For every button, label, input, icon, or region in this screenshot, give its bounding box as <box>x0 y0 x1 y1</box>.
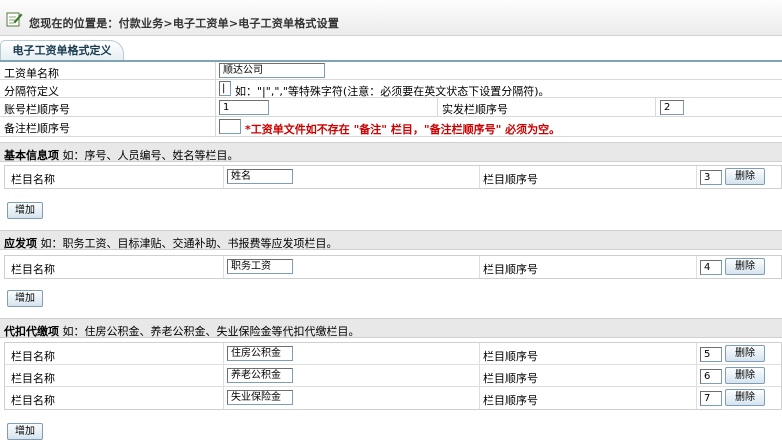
field-seq-input[interactable]: 6 <box>700 369 722 384</box>
actual-seq-input[interactable]: 2 <box>660 100 684 115</box>
field-name-input[interactable]: 住房公积金 <box>227 346 293 361</box>
section-header-basic-text: 基本信息项 如：序号、人员编号、姓名等栏目。 <box>4 147 239 163</box>
field-seq-label: 栏目顺序号 <box>483 350 538 363</box>
table-row: 栏目名称 住房公积金 栏目顺序号 5 删除 <box>5 343 781 365</box>
field-seq-input[interactable]: 5 <box>700 347 722 362</box>
divider <box>696 256 697 278</box>
account-label: 账号栏顺序号 <box>4 103 70 116</box>
remark-seq-input[interactable] <box>219 119 241 134</box>
separator-input[interactable]: | <box>219 81 231 96</box>
divider <box>223 256 224 278</box>
section-desc-deduction: 如：住房公积金、养老公积金、失业保险金等代扣代缴栏目。 <box>62 325 360 338</box>
field-name-input[interactable]: 养老公积金 <box>227 368 293 383</box>
field-name-label: 栏目名称 <box>11 394 55 407</box>
section-title-basic: 基本信息项 <box>4 149 59 162</box>
field-seq-input[interactable]: 3 <box>700 170 722 185</box>
field-name-input[interactable]: 姓名 <box>227 169 293 184</box>
form-row-remark: 备注栏顺序号 *工资单文件如不存在 "备注" 栏目，"备注栏顺序号" 必须为空。 <box>0 117 782 137</box>
divider <box>479 256 480 278</box>
separator-hint: 如："|",","等特殊字符(注意：必须要在英文状态下设置分隔符)。 <box>235 85 550 98</box>
divider <box>479 343 480 365</box>
divider <box>479 387 480 409</box>
edit-document-icon <box>6 12 23 27</box>
section-header-basic: 基本信息项 如：序号、人员编号、姓名等栏目。 <box>0 142 782 162</box>
table-row: 栏目名称 职务工资 栏目顺序号 4 删除 <box>5 256 781 278</box>
section-title-payable: 应发项 <box>4 237 37 250</box>
divider <box>215 98 216 117</box>
field-seq-label: 栏目顺序号 <box>483 394 538 407</box>
field-table-deduction: 栏目名称 住房公积金 栏目顺序号 5 删除 栏目名称 养老公积金 栏目顺序号 6… <box>4 342 782 410</box>
add-deduction-button[interactable]: 增加 <box>7 423 43 440</box>
field-seq-input[interactable]: 7 <box>700 391 722 406</box>
divider <box>696 343 697 365</box>
field-seq-label: 栏目顺序号 <box>483 372 538 385</box>
divider <box>479 365 480 387</box>
delete-button[interactable]: 删除 <box>725 258 765 275</box>
account-seq-input[interactable]: 1 <box>219 100 269 115</box>
field-seq-label: 栏目顺序号 <box>483 173 538 186</box>
field-name-label: 栏目名称 <box>11 372 55 385</box>
field-name-label: 栏目名称 <box>11 263 55 276</box>
field-name-label: 栏目名称 <box>11 350 55 363</box>
form-row-separator: 分隔符定义 | 如："|",","等特殊字符(注意：必须要在英文状态下设置分隔符… <box>0 80 782 98</box>
divider <box>696 365 697 387</box>
divider <box>223 166 224 188</box>
section-header-deduction-text: 代扣代缴项 如：住房公积金、养老公积金、失业保险金等代扣代缴栏目。 <box>4 323 360 339</box>
field-table-basic: 栏目名称 姓名 栏目顺序号 3 删除 <box>4 165 782 189</box>
field-name-input[interactable]: 失业保险金 <box>227 390 293 405</box>
table-row: 栏目名称 失业保险金 栏目顺序号 7 删除 <box>5 387 781 409</box>
form-row-account: 账号栏顺序号 1 实发栏顺序号 2 <box>0 98 782 117</box>
divider <box>696 166 697 188</box>
field-name-input[interactable]: 职务工资 <box>227 259 293 274</box>
divider <box>215 80 216 98</box>
divider <box>223 387 224 409</box>
section-header-deduction: 代扣代缴项 如：住房公积金、养老公积金、失业保险金等代扣代缴栏目。 <box>0 318 782 338</box>
divider <box>437 98 438 117</box>
section-desc-payable: 如：职务工资、目标津贴、交通补助、书报费等应发项栏目。 <box>40 237 338 250</box>
section-desc-basic: 如：序号、人员编号、姓名等栏目。 <box>62 149 239 162</box>
section-header-payable: 应发项 如：职务工资、目标津贴、交通补助、书报费等应发项栏目。 <box>0 230 782 250</box>
table-row: 栏目名称 姓名 栏目顺序号 3 删除 <box>5 166 781 188</box>
add-payable-button[interactable]: 增加 <box>7 290 43 307</box>
divider <box>223 365 224 387</box>
actual-label: 实发栏顺序号 <box>442 103 508 116</box>
breadcrumb: 您现在的位置是：付款业务>电子工资单>电子工资单格式设置 <box>0 0 782 36</box>
field-seq-input[interactable]: 4 <box>700 260 722 275</box>
delete-button[interactable]: 删除 <box>725 367 765 384</box>
divider <box>223 343 224 365</box>
table-row: 栏目名称 养老公积金 栏目顺序号 6 删除 <box>5 365 781 387</box>
divider <box>696 387 697 409</box>
divider <box>215 117 216 137</box>
field-name-label: 栏目名称 <box>11 173 55 186</box>
divider <box>215 62 216 80</box>
section-header-payable-text: 应发项 如：职务工资、目标津贴、交通补助、书报费等应发项栏目。 <box>4 235 338 251</box>
breadcrumb-text: 您现在的位置是：付款业务>电子工资单>电子工资单格式设置 <box>29 17 340 30</box>
delete-button[interactable]: 删除 <box>725 168 765 185</box>
payroll-name-input[interactable]: 顺达公司 <box>219 63 325 78</box>
delete-button[interactable]: 删除 <box>725 345 765 362</box>
field-seq-label: 栏目顺序号 <box>483 263 538 276</box>
separator-label: 分隔符定义 <box>4 85 59 98</box>
delete-button[interactable]: 删除 <box>725 389 765 406</box>
remark-hint: *工资单文件如不存在 "备注" 栏目，"备注栏顺序号" 必须为空。 <box>245 123 561 136</box>
divider <box>655 98 656 117</box>
remark-label: 备注栏顺序号 <box>4 122 70 135</box>
divider <box>479 166 480 188</box>
form-row-name: 工资单名称 顺达公司 <box>0 62 782 80</box>
section-title-deduction: 代扣代缴项 <box>4 325 59 338</box>
add-basic-button[interactable]: 增加 <box>7 202 43 219</box>
tab-format-definition[interactable]: 电子工资单格式定义 <box>0 40 124 61</box>
name-label: 工资单名称 <box>4 67 59 80</box>
field-table-payable: 栏目名称 职务工资 栏目顺序号 4 删除 <box>4 255 782 279</box>
